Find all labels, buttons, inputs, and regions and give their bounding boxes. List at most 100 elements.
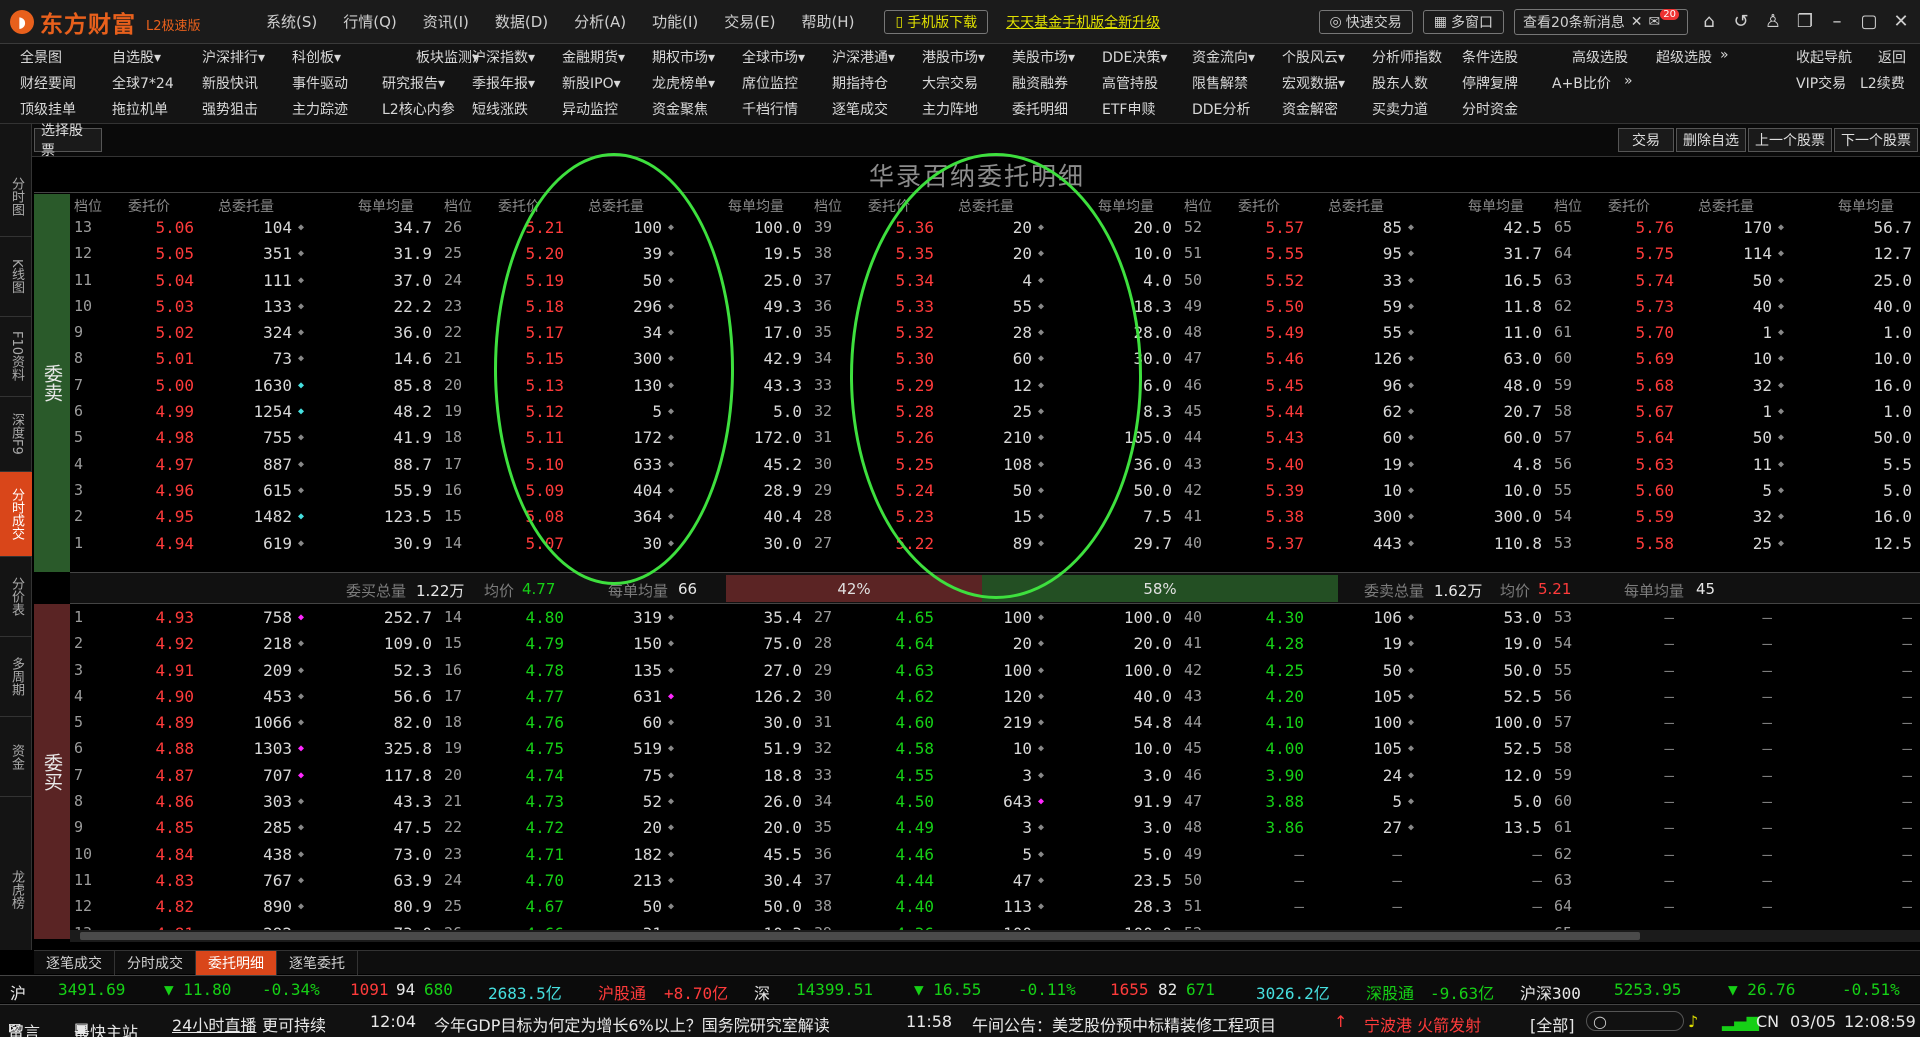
order-quantity[interactable]: 135 <box>590 661 662 680</box>
close-icon[interactable]: ✕ <box>1631 14 1643 30</box>
order-quantity[interactable]: 219 <box>960 713 1032 732</box>
order-price[interactable]: — <box>1240 871 1304 890</box>
order-quantity[interactable]: 615 <box>220 481 292 500</box>
order-price[interactable]: 5.60 <box>1610 481 1674 500</box>
trade-button[interactable]: 交易 <box>1618 128 1674 152</box>
order-price[interactable]: 4.75 <box>500 739 564 758</box>
order-quantity[interactable]: 182 <box>590 845 662 864</box>
bottom-tab[interactable]: 逐笔成交 <box>34 950 115 975</box>
order-price[interactable]: 4.20 <box>1240 687 1304 706</box>
nav-item[interactable]: A+B比价 <box>1552 73 1611 93</box>
nav-item[interactable]: 强势狙击 <box>202 99 258 119</box>
order-quantity[interactable]: — <box>1700 687 1772 706</box>
nav-item[interactable]: 买卖力道 <box>1372 99 1428 119</box>
order-quantity[interactable]: 19 <box>1330 455 1402 474</box>
order-price[interactable]: 4.88 <box>130 739 194 758</box>
order-price[interactable]: 4.84 <box>130 845 194 864</box>
order-quantity[interactable]: 40 <box>1700 297 1772 316</box>
order-price[interactable]: 4.62 <box>870 687 934 706</box>
order-quantity[interactable]: 20 <box>960 634 1032 653</box>
nav-item[interactable]: 资金流向▾ <box>1192 47 1255 67</box>
window-close-icon[interactable]: ✕ <box>1890 11 1912 32</box>
order-quantity[interactable]: 1066 <box>220 713 292 732</box>
scrollbar-thumb[interactable] <box>80 932 1640 940</box>
menu-item[interactable]: 分析(A) <box>562 11 638 32</box>
order-price[interactable]: 4.86 <box>130 792 194 811</box>
nav-item[interactable]: 沪深排行▾ <box>202 47 265 67</box>
order-price[interactable]: 4.25 <box>1240 661 1304 680</box>
order-quantity[interactable]: 104 <box>220 218 292 237</box>
back-icon[interactable]: ↺ <box>1730 11 1752 32</box>
order-price[interactable]: 5.59 <box>1610 507 1674 526</box>
order-price[interactable]: 5.69 <box>1610 349 1674 368</box>
order-quantity[interactable]: 631 <box>590 687 662 706</box>
nav-item[interactable]: 新股快讯 <box>202 73 258 93</box>
order-price[interactable]: 4.90 <box>130 687 194 706</box>
order-quantity[interactable]: 3 <box>960 818 1032 837</box>
order-price[interactable]: 4.65 <box>870 608 934 627</box>
order-quantity[interactable]: 114 <box>1700 244 1772 263</box>
order-price[interactable]: 4.67 <box>500 897 564 916</box>
order-quantity[interactable]: 1 <box>1700 323 1772 342</box>
nav-item[interactable]: 期指持仓 <box>832 73 888 93</box>
nav-item[interactable]: 龙虎榜单▾ <box>652 73 715 93</box>
order-quantity[interactable]: 351 <box>220 244 292 263</box>
order-quantity[interactable]: 11 <box>1700 455 1772 474</box>
nav-item[interactable]: 金融期货▾ <box>562 47 625 67</box>
order-price[interactable]: 5.44 <box>1240 402 1304 421</box>
nav-item[interactable]: 期权市场▾ <box>652 47 715 67</box>
nav-item[interactable]: 短线涨跌 <box>472 99 528 119</box>
order-price[interactable]: 4.00 <box>1240 739 1304 758</box>
menu-item[interactable]: 帮助(H) <box>789 11 866 32</box>
menu-item[interactable]: 交易(E) <box>712 11 787 32</box>
order-price[interactable]: 4.70 <box>500 871 564 890</box>
order-quantity[interactable]: 890 <box>220 897 292 916</box>
quick-trade-button[interactable]: ◎ 快速交易 <box>1318 9 1413 34</box>
nav-item[interactable]: VIP交易 <box>1796 73 1846 93</box>
nav-item[interactable]: 股东人数 <box>1372 73 1428 93</box>
order-quantity[interactable]: 755 <box>220 428 292 447</box>
order-price[interactable]: 5.73 <box>1610 297 1674 316</box>
order-price[interactable]: — <box>1610 818 1674 837</box>
nav-item[interactable]: 席位监控 <box>742 73 798 93</box>
order-price[interactable]: 4.79 <box>500 634 564 653</box>
order-price[interactable]: 5.38 <box>1240 507 1304 526</box>
nav-item[interactable]: 全球市场▾ <box>742 47 805 67</box>
order-quantity[interactable]: 25 <box>1700 534 1772 553</box>
order-price[interactable]: 4.74 <box>500 766 564 785</box>
nav-item[interactable]: 港股市场▾ <box>922 47 985 67</box>
order-quantity[interactable]: 453 <box>220 687 292 706</box>
order-price[interactable]: 4.85 <box>130 818 194 837</box>
order-price[interactable]: 5.39 <box>1240 481 1304 500</box>
nav-item[interactable]: 新股IPO▾ <box>562 73 621 93</box>
bottom-tab[interactable]: 分时成交 <box>115 950 196 975</box>
order-price[interactable]: 4.30 <box>1240 608 1304 627</box>
nav-item[interactable]: 沪深港通▾ <box>832 47 895 67</box>
order-price[interactable]: — <box>1610 713 1674 732</box>
order-quantity[interactable]: — <box>1700 634 1772 653</box>
order-quantity[interactable]: — <box>1700 845 1772 864</box>
order-quantity[interactable]: 100 <box>960 661 1032 680</box>
order-quantity[interactable]: 1 <box>1700 402 1772 421</box>
order-price[interactable]: 4.73 <box>500 792 564 811</box>
order-quantity[interactable]: 106 <box>1330 608 1402 627</box>
order-price[interactable]: 5.06 <box>130 218 194 237</box>
order-price[interactable]: 5.75 <box>1610 244 1674 263</box>
order-price[interactable]: 4.64 <box>870 634 934 653</box>
order-quantity[interactable]: — <box>1330 897 1402 916</box>
order-price[interactable]: — <box>1610 845 1674 864</box>
order-quantity[interactable]: 55 <box>1330 323 1402 342</box>
order-price[interactable]: 4.72 <box>500 818 564 837</box>
order-quantity[interactable]: 170 <box>1700 218 1772 237</box>
order-price[interactable]: 4.55 <box>870 766 934 785</box>
nav-item[interactable]: 停牌复牌 <box>1462 73 1518 93</box>
nav-item[interactable]: 研究报告▾ <box>382 73 445 93</box>
news-item-1[interactable]: 今年GDP目标为何定为增长6%以上？国务院研究室解读 <box>434 1012 830 1036</box>
order-price[interactable]: 4.63 <box>870 661 934 680</box>
order-price[interactable]: — <box>1610 687 1674 706</box>
order-quantity[interactable]: 519 <box>590 739 662 758</box>
order-quantity[interactable]: 113 <box>960 897 1032 916</box>
order-price[interactable]: — <box>1610 661 1674 680</box>
order-quantity[interactable]: 10 <box>1330 481 1402 500</box>
search-box[interactable]: ○ <box>1586 1011 1684 1031</box>
